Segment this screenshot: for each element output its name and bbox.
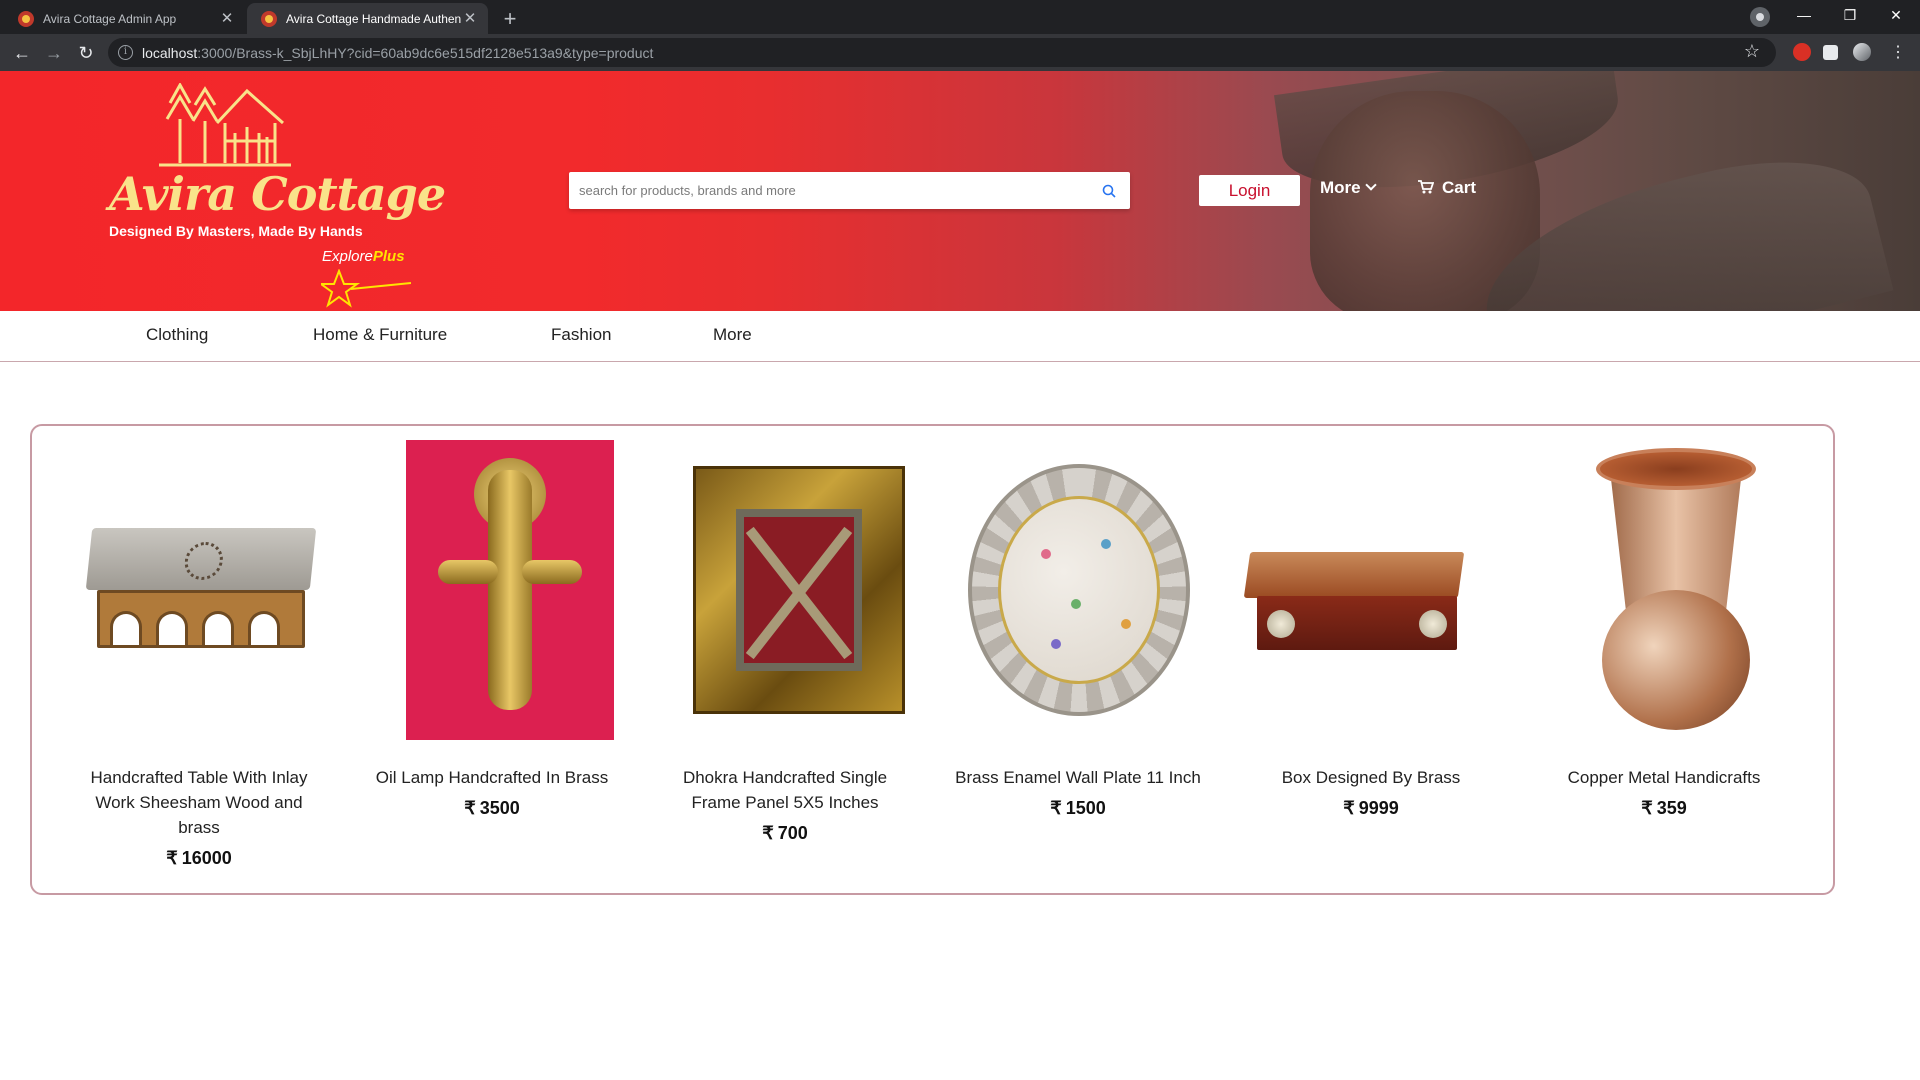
logo-name: Avira Cottage [109,167,446,221]
rupee-icon: ₹ [1343,798,1355,818]
product-list: Handcrafted Table With Inlay Work Sheesh… [30,424,1835,895]
cottage-logo-icon [159,83,291,167]
address-bar[interactable]: i localhost:3000/Brass-k_SbjLhHY?cid=60a… [108,38,1776,67]
product-price: ₹9999 [1241,798,1501,819]
product-price: ₹700 [655,823,915,844]
site-info-icon[interactable]: i [118,45,133,60]
browser-tab-admin[interactable]: Avira Cottage Admin App ✕ [4,3,245,34]
site-favicon-icon [261,10,277,27]
product-name[interactable]: Brass Enamel Wall Plate 11 Inch [948,765,1208,790]
table-top-shape [85,528,317,590]
puzzle-icon[interactable] [1823,45,1838,60]
new-tab-button[interactable]: + [496,5,524,33]
tab-search-icon[interactable] [1750,7,1770,27]
product-name[interactable]: Box Designed By Brass [1241,765,1501,790]
more-dropdown[interactable]: More [1320,178,1377,198]
product-price: ₹16000 [69,848,329,869]
site-logo[interactable]: Avira Cottage Designed By Masters, Made … [105,83,446,308]
cart-label: Cart [1442,178,1477,197]
category-fashion[interactable]: Fashion [551,325,611,345]
rupee-icon: ₹ [1641,798,1653,818]
price-value: 9999 [1358,798,1399,818]
tab-title: Avira Cottage Admin App [43,11,177,26]
login-button[interactable]: Login [1199,175,1300,206]
plus-text: Plus [372,248,405,265]
price-value: 359 [1656,798,1687,818]
bookmark-star-icon[interactable]: ☆ [1744,41,1760,62]
tab-title: Avira Cottage Handmade Authen [286,11,462,26]
browser-tab-strip: Avira Cottage Admin App ✕ Avira Cottage … [0,0,1920,34]
close-tab-icon[interactable]: ✕ [462,10,478,27]
minimize-window-button[interactable]: — [1782,0,1826,30]
product-card[interactable]: Copper Metal Handicrafts ₹359 [1534,440,1794,819]
browser-menu-icon[interactable]: ⋮ [1884,39,1912,67]
abp-icon[interactable] [1793,43,1811,61]
price-value: 16000 [181,848,232,868]
product-price: ₹1500 [948,798,1208,819]
table-body-shape [97,590,305,648]
site-header: Avira Cottage Designed By Masters, Made … [0,71,1920,311]
logo-tagline: Designed By Masters, Made By Hands [109,223,363,239]
product-image-table[interactable] [69,440,329,745]
price-value: 1500 [1065,798,1106,818]
chevron-down-icon [1364,179,1377,191]
explore-plus-link[interactable]: ExplorePlus [322,248,405,265]
product-card[interactable]: Brass Enamel Wall Plate 11 Inch ₹1500 [948,440,1208,819]
rupee-icon: ₹ [762,823,774,843]
forward-arrow-icon[interactable]: → [40,39,68,67]
product-image-wall-plate[interactable] [948,440,1208,745]
cart-button[interactable]: Cart [1418,178,1476,198]
price-value: 700 [777,823,808,843]
product-name[interactable]: Dhokra Handcrafted Single Frame Panel 5X… [655,765,915,815]
rupee-icon: ₹ [166,848,178,868]
browser-toolbar: ← → ↻ i localhost:3000/Brass-k_SbjLhHY?c… [0,34,1920,71]
product-card[interactable]: Dhokra Handcrafted Single Frame Panel 5X… [655,440,915,844]
address-url[interactable]: localhost:3000/Brass-k_SbjLhHY?cid=60ab9… [142,45,653,61]
product-name[interactable]: Copper Metal Handicrafts [1534,765,1794,790]
product-card[interactable]: Oil Lamp Handcrafted In Brass ₹3500 [362,440,622,819]
url-path: :3000/Brass-k_SbjLhHY?cid=60ab9dc6e515df… [197,45,654,61]
product-image-copper-cup[interactable] [1534,440,1794,745]
search-box [569,172,1130,209]
browser-tab-store[interactable]: Avira Cottage Handmade Authen ✕ [247,3,488,34]
explore-text: Explore [322,248,373,265]
price-value: 3500 [479,798,520,818]
product-image-frame-panel[interactable] [655,440,915,745]
rupee-icon: ₹ [464,798,476,818]
product-card[interactable]: Box Designed By Brass ₹9999 [1241,440,1501,819]
product-name[interactable]: Handcrafted Table With Inlay Work Sheesh… [69,765,329,840]
close-tab-icon[interactable]: ✕ [219,10,235,27]
search-icon[interactable] [1102,184,1116,198]
product-price: ₹3500 [362,798,622,819]
category-clothing[interactable]: Clothing [146,325,208,345]
product-price: ₹359 [1534,798,1794,819]
back-arrow-icon[interactable]: ← [8,39,36,67]
product-name[interactable]: Oil Lamp Handcrafted In Brass [362,765,622,790]
more-label: More [1320,178,1361,197]
star-icon [321,269,411,308]
close-window-button[interactable]: ✕ [1874,0,1918,30]
reload-icon[interactable]: ↻ [72,39,100,67]
profile-avatar[interactable] [1853,43,1871,61]
url-host: localhost [142,45,198,61]
product-image-brass-box[interactable] [1241,440,1501,745]
restore-window-button[interactable]: ❐ [1828,0,1872,30]
cart-icon [1418,180,1434,194]
site-favicon-icon [18,10,34,27]
category-more[interactable]: More [713,325,752,345]
product-card[interactable]: Handcrafted Table With Inlay Work Sheesh… [69,440,329,869]
product-image-oil-lamp[interactable] [362,440,622,745]
rupee-icon: ₹ [1050,798,1062,818]
search-input[interactable] [579,172,1089,209]
category-nav: Clothing Home & Furniture Fashion More [0,311,1920,362]
category-home-furniture[interactable]: Home & Furniture [313,325,447,345]
